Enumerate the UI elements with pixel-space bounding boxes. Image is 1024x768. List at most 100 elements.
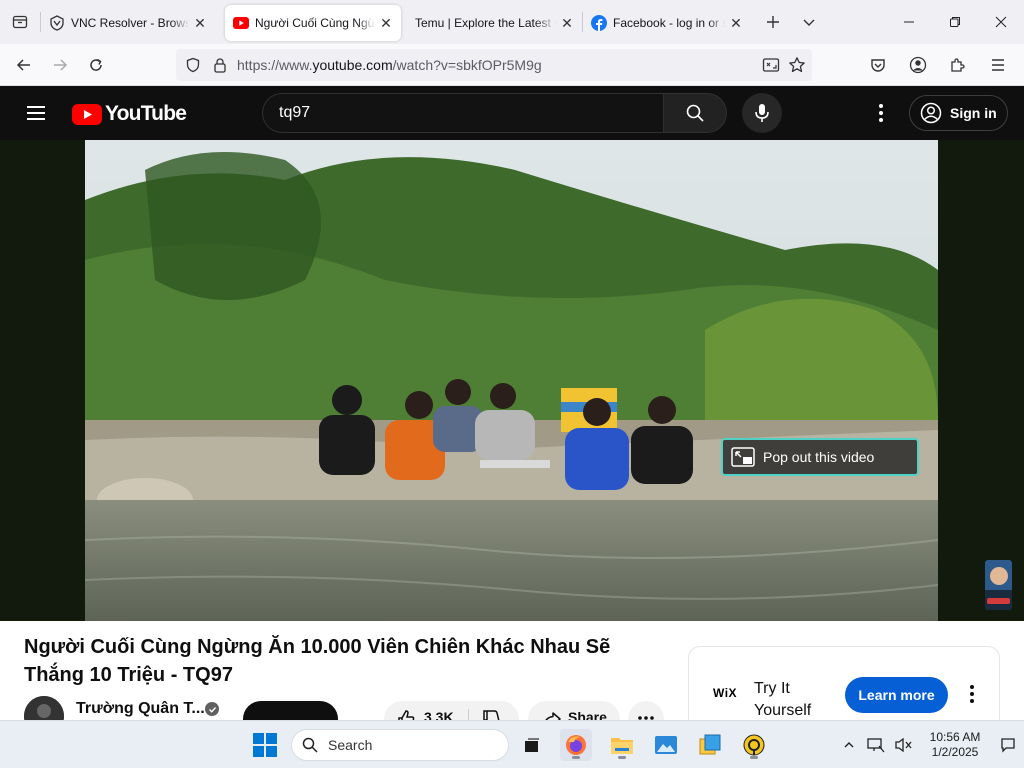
watch-metadata: Người Cuối Cùng Ngừng Ăn 10.000 Viên Chi… (0, 621, 1024, 720)
bookmark-star-icon[interactable] (788, 56, 806, 74)
taskbar-photos[interactable] (650, 729, 682, 761)
reader-view-icon[interactable] (762, 57, 780, 73)
search-input[interactable]: tq97 (262, 93, 664, 133)
sign-in-label: Sign in (950, 105, 997, 121)
minimize-button[interactable] (886, 0, 932, 44)
tab-temu[interactable]: Temu | Explore the Latest C ✕ (407, 5, 582, 41)
learn-more-button[interactable]: Learn more (845, 677, 948, 713)
show-hidden-icons-button[interactable] (836, 721, 862, 768)
channel-name[interactable]: Trường Quân T... (76, 700, 205, 718)
restore-button[interactable] (932, 0, 978, 44)
app-menu-button[interactable] (980, 47, 1016, 83)
back-button[interactable] (6, 47, 42, 83)
close-tab-icon[interactable]: ✕ (193, 16, 207, 30)
tab-youtube-video[interactable]: Người Cuối Cùng Ngừng ✕ (225, 5, 401, 41)
tab-list-button[interactable] (0, 0, 40, 44)
tab-title: Temu | Explore the Latest C (415, 16, 556, 30)
verified-badge-icon (205, 702, 219, 716)
video-title: Người Cuối Cùng Ngừng Ăn 10.000 Viên Chi… (24, 636, 611, 686)
taskbar-search-label: Search (328, 737, 373, 753)
youtube-icon (233, 15, 249, 31)
close-window-button[interactable] (978, 0, 1024, 44)
volume-button[interactable] (890, 721, 918, 768)
url-path: /watch?v=sbkfOPr5M9g (392, 57, 542, 73)
notifications-button[interactable] (992, 721, 1024, 768)
close-tab-icon[interactable]: ✕ (379, 16, 393, 30)
share-label: Share (568, 709, 607, 720)
list-all-tabs-button[interactable] (791, 0, 827, 44)
puzzle-icon (951, 58, 965, 72)
ad-more-options-button[interactable] (966, 682, 978, 706)
taskbar-app-window[interactable] (694, 729, 726, 761)
sign-in-button[interactable]: Sign in (909, 95, 1008, 131)
ad-card[interactable]: WiX Try It Yourself Learn more (688, 646, 1000, 720)
settings-menu-button[interactable] (868, 97, 894, 129)
thumbs-down-icon[interactable] (481, 709, 501, 720)
shield-icon[interactable] (185, 57, 201, 73)
tab-vnc-resolver[interactable]: VNC Resolver - Browse ✕ (41, 5, 215, 41)
pop-out-video-button[interactable]: Pop out this video (721, 438, 919, 476)
share-button[interactable]: Share (528, 701, 620, 720)
dot (879, 104, 883, 108)
tab-title: VNC Resolver - Browse (71, 16, 189, 30)
clock[interactable]: 10:56 AM 1/2/2025 (918, 730, 992, 760)
toolbar-right (858, 44, 1024, 86)
thumbs-up-icon[interactable] (396, 709, 416, 720)
url-domain: youtube.com (312, 57, 393, 73)
dot (879, 118, 883, 122)
share-icon (545, 712, 561, 720)
extensions-button[interactable] (940, 47, 976, 83)
youtube-logo[interactable]: YouTube (72, 102, 187, 126)
hamburger-line (27, 106, 45, 108)
task-view-button[interactable] (516, 729, 548, 761)
floating-thumbnail[interactable] (985, 560, 1012, 610)
reload-button[interactable] (78, 47, 114, 83)
tab-title: Facebook - log in or sign (613, 16, 725, 30)
taskbar-search[interactable]: Search (291, 729, 509, 761)
arrow-left-icon (16, 58, 30, 71)
close-tab-icon[interactable]: ✕ (560, 16, 574, 30)
taskbar-file-explorer[interactable] (606, 729, 638, 761)
more-actions-button[interactable] (628, 701, 664, 720)
dot (970, 699, 974, 703)
microphone-icon (755, 104, 769, 122)
more-horizontal-icon (638, 716, 654, 720)
voice-search-button[interactable] (742, 93, 782, 133)
minimize-icon (904, 21, 914, 23)
channel-avatar[interactable] (24, 696, 64, 720)
new-tab-button[interactable] (755, 0, 791, 44)
youtube-header: YouTube tq97 Sign in (0, 86, 1024, 140)
active-indicator (618, 756, 626, 759)
subscribe-button[interactable]: Subscribe (243, 701, 338, 720)
navigation-bar: https://www.youtube.com/watch?v=sbkfOPr5… (0, 44, 1024, 86)
search-button[interactable] (663, 93, 727, 133)
pocket-button[interactable] (860, 47, 896, 83)
close-tab-icon[interactable]: ✕ (729, 16, 743, 30)
folder-icon (611, 738, 633, 754)
address-bar[interactable]: https://www.youtube.com/watch?v=sbkfOPr5… (176, 49, 812, 81)
pop-out-label: Pop out this video (763, 449, 875, 465)
start-button[interactable] (253, 733, 277, 757)
tab-facebook[interactable]: Facebook - log in or sign ✕ (583, 5, 751, 41)
firefox-icon (566, 735, 586, 755)
thumbnail-image (985, 560, 1012, 610)
like-divider (467, 709, 469, 720)
network-button[interactable] (862, 721, 890, 768)
clock-date: 1/2/2025 (931, 745, 979, 759)
video-frame (85, 140, 938, 621)
system-tray: 10:56 AM 1/2/2025 (836, 721, 1024, 768)
taskbar-app-circle[interactable] (738, 729, 770, 761)
account-button[interactable] (900, 47, 936, 83)
hamburger-menu-icon (992, 59, 1004, 71)
taskbar-firefox[interactable] (560, 729, 592, 761)
url-text[interactable]: https://www.youtube.com/watch?v=sbkfOPr5… (237, 57, 542, 73)
facebook-icon (591, 15, 607, 31)
like-count[interactable]: 3.3K (424, 709, 454, 720)
forward-button[interactable] (42, 47, 78, 83)
lock-icon[interactable] (213, 57, 227, 73)
chevron-up-icon (844, 742, 854, 748)
plus-icon (767, 16, 779, 28)
restore-icon (950, 17, 960, 27)
video-player[interactable] (85, 140, 938, 621)
guide-menu-button[interactable] (20, 97, 52, 129)
